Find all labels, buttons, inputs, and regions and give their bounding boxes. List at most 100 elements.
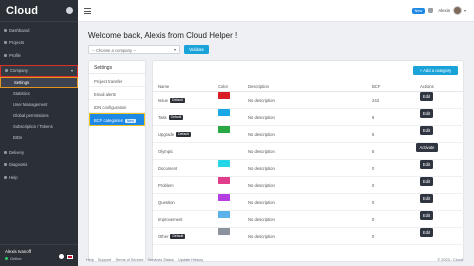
validate-button[interactable]: Validate <box>184 45 209 54</box>
footer-link-terms[interactable]: Terms of Service <box>115 258 143 262</box>
profile-icon <box>4 53 7 57</box>
sidebar-item-projects[interactable]: Projects <box>0 37 78 50</box>
new-badge: New <box>124 118 136 123</box>
default-badge: Default <box>176 132 191 138</box>
sidebar-item-settings[interactable]: Settings <box>0 77 78 88</box>
sidebar-item-profile[interactable]: Profile <box>0 49 78 62</box>
table-row: Issue Default No description 243 Edit <box>153 92 465 109</box>
category-name: Other Default <box>158 228 186 245</box>
category-name-text: Improvement <box>158 217 183 222</box>
table-header: Name Color Description BCF Actions <box>153 82 465 92</box>
activate-button[interactable]: Activate <box>416 143 438 152</box>
edit-button[interactable]: Edit <box>420 126 433 135</box>
bell-icon[interactable] <box>428 8 434 13</box>
settings-item-bcf-categories[interactable]: BCF categories New <box>89 113 145 126</box>
new-badge[interactable]: New <box>411 7 426 14</box>
category-description: No description <box>248 132 275 137</box>
delivery-icon <box>4 150 7 154</box>
copyright: © 2023 - Cloud <box>437 258 463 262</box>
sidebar-item-user-management[interactable]: User Management <box>0 99 78 110</box>
edit-button[interactable]: Edit <box>420 109 433 118</box>
sidebar-nav: Dashboard Projects Profile Company ▾ Sett… <box>0 22 78 184</box>
add-category-button[interactable]: + Add a category <box>413 66 458 75</box>
category-description: No description <box>248 149 275 154</box>
language-flag-icon[interactable] <box>67 255 73 259</box>
sidebar-toggle-icon[interactable] <box>66 7 73 14</box>
edit-button[interactable]: Edit <box>420 194 433 203</box>
category-name: Issue Default <box>158 92 185 109</box>
bcf-count: 6 <box>372 115 375 120</box>
sidebar-item-statistics[interactable]: Statistics <box>0 88 78 99</box>
settings-menu: Settings Project transfer Email alerts I… <box>88 60 146 262</box>
brand-bar: Cloud <box>0 0 78 22</box>
table-row: Document No description 0 Edit <box>153 160 465 177</box>
sidebar-item-label: Statistics <box>13 91 30 96</box>
settings-item-project-transfer[interactable]: Project transfer <box>89 74 145 87</box>
footer-link-help[interactable]: Help <box>86 258 94 262</box>
edit-button[interactable]: Edit <box>420 211 433 220</box>
edit-button[interactable]: Edit <box>420 177 433 186</box>
sidebar-item-label: Global permissions <box>13 113 49 118</box>
bcf-count: 5 <box>372 149 375 154</box>
hamburger-menu-icon[interactable] <box>84 8 91 14</box>
default-badge: Default <box>170 98 185 104</box>
sidebar-item-dashboard[interactable]: Dashboard <box>0 24 78 37</box>
settings-menu-title: Settings <box>89 61 145 74</box>
sidebar-item-label: Dashboard <box>9 27 30 33</box>
projects-icon <box>4 41 7 45</box>
sidebar-item-label: Company <box>10 68 28 74</box>
settings-item-label: BCF categories <box>94 117 123 123</box>
online-dot-icon <box>5 257 8 260</box>
sidebar-item-help[interactable]: Help <box>0 171 78 184</box>
category-name: Task Default <box>158 109 184 126</box>
bcf-count: 5 <box>372 132 375 137</box>
default-badge: Default <box>170 234 186 240</box>
topbar-user-name[interactable]: Alexis <box>438 8 450 13</box>
column-header: Description <box>248 84 269 89</box>
category-description: No description <box>248 98 275 103</box>
table-row: Upgrade Default No description 5 Edit <box>153 126 465 143</box>
sidebar-item-label: Profile <box>9 52 21 58</box>
settings-item-idn-configuration[interactable]: IDN configuration <box>89 100 145 113</box>
column-header: Color <box>218 84 229 89</box>
sidebar-item-diagnosis[interactable]: Diagnosis <box>0 159 78 172</box>
category-name: Document <box>158 160 177 177</box>
category-name: Question <box>158 194 175 211</box>
settings-item-email-alerts[interactable]: Email alerts <box>89 87 145 100</box>
sidebar-user: Alexis Ivanoff Online <box>0 244 78 266</box>
sidebar-item-label: Diagnosis <box>9 162 28 168</box>
topbar: New Alexis ▾ <box>78 0 474 22</box>
dark-mode-icon[interactable] <box>59 254 64 259</box>
avatar[interactable] <box>452 6 462 15</box>
color-swatch <box>218 228 230 235</box>
default-badge: Default <box>168 115 184 121</box>
sidebar-item-delivery[interactable]: Delivery <box>0 146 78 159</box>
dashboard-icon <box>4 28 7 32</box>
category-description: No description <box>248 234 275 239</box>
column-header: Actions <box>420 84 434 89</box>
category-name-text: Task <box>158 115 167 120</box>
category-description: No description <box>248 166 275 171</box>
sidebar-item-bids[interactable]: BIDs <box>0 132 78 143</box>
brand-logo[interactable]: Cloud <box>6 5 38 17</box>
chevron-down-icon: ▾ <box>173 47 176 52</box>
sidebar-item-subscription[interactable]: Subscription / Tokens <box>0 121 78 132</box>
sidebar-item-company[interactable]: Company ▾ <box>0 64 78 77</box>
category-name-text: Problem <box>158 183 174 188</box>
sidebar-item-global-permissions[interactable]: Global permissions <box>0 110 78 121</box>
edit-button[interactable]: Edit <box>420 160 433 169</box>
column-header: Name <box>158 84 170 89</box>
company-select[interactable]: -- Choose a company -- ▾ <box>88 45 180 54</box>
edit-button[interactable]: Edit <box>420 92 433 101</box>
edit-button[interactable]: Edit <box>420 228 433 237</box>
category-name: Olympic <box>158 143 173 160</box>
main-content: Welcome back, Alexis from Cloud Helper !… <box>78 22 474 266</box>
topbar-right: New Alexis ▾ <box>411 6 466 15</box>
color-swatch <box>218 109 230 116</box>
footer-link-support[interactable]: Support <box>98 258 111 262</box>
bcf-count: 0 <box>372 166 375 171</box>
footer-link-history[interactable]: Update History <box>178 258 203 262</box>
chevron-down-icon[interactable]: ▾ <box>464 8 466 13</box>
footer-link-status[interactable]: Services Status <box>148 258 174 262</box>
category-description: No description <box>248 115 275 120</box>
